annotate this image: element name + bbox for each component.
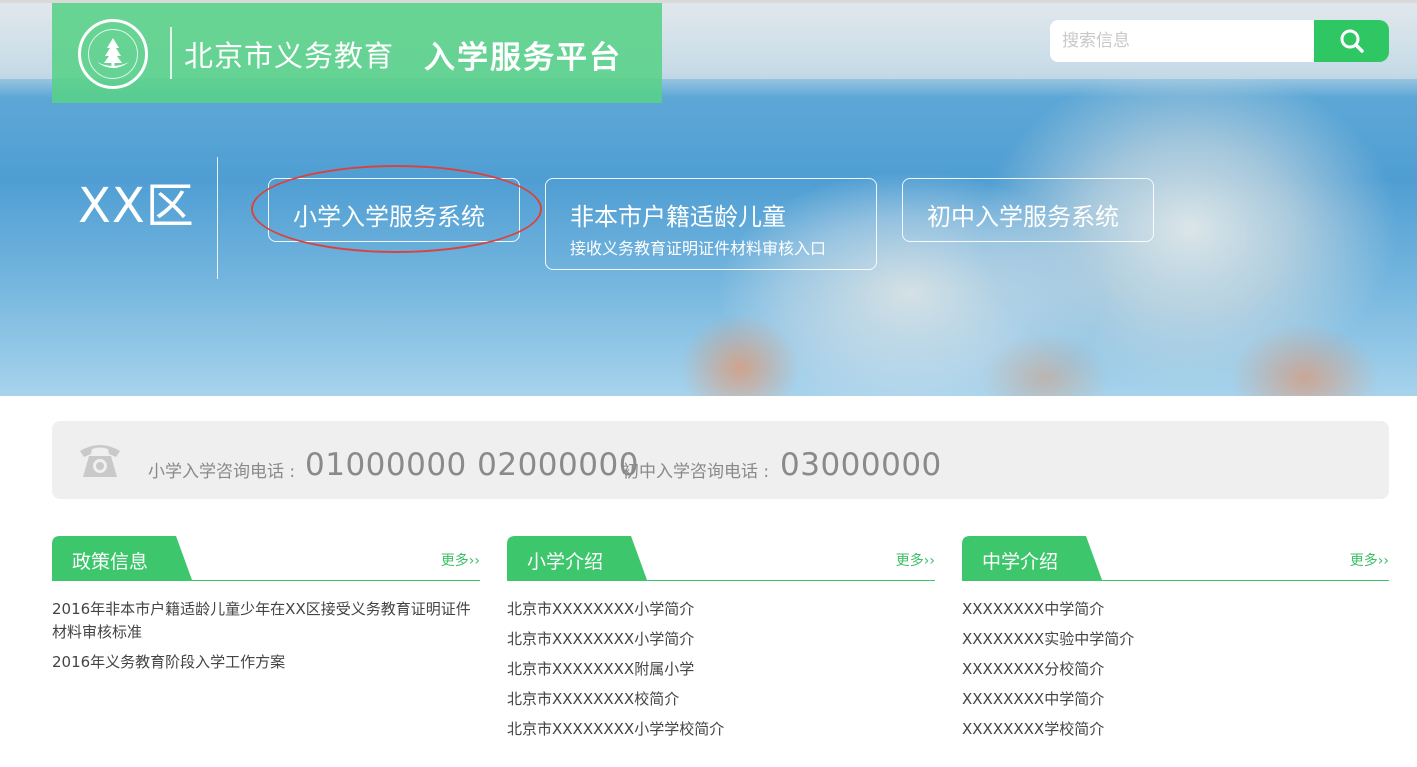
site-logo[interactable]: 北京市义务教育 入学服务平台 [52,3,662,103]
policy-panel-title: 政策信息 [72,551,149,573]
search-input[interactable] [1050,20,1314,62]
middle-panel: 中学介绍 更多›› XXXXXXXX中学简介 XXXXXXXX实验中学简介 XX… [962,536,1389,738]
middle-panel-title: 中学介绍 [982,551,1059,573]
list-item[interactable]: 2016年义务教育阶段入学工作方案 [52,651,480,674]
logo-emblem-icon [78,19,148,89]
nonlocal-children-button[interactable]: 非本市户籍适龄儿童 接收义务教育证明证件材料审核入口 [545,178,877,270]
policy-panel-header: 政策信息 更多›› [52,536,480,581]
search-box [1050,20,1389,62]
search-icon [1340,29,1364,53]
list-item[interactable]: XXXXXXXX实验中学简介 [962,628,1390,651]
nonlocal-children-title: 非本市户籍适龄儿童 [570,203,786,231]
list-item[interactable]: 北京市XXXXXXXX小学简介 [507,628,935,651]
middle-school-system-label: 初中入学服务系统 [927,203,1119,231]
primary-panel-title: 小学介绍 [527,551,604,573]
policy-panel: 政策信息 更多›› 2016年非本市户籍适龄儿童少年在XX区接受义务教育证明证件… [52,536,480,671]
search-button[interactable] [1314,20,1389,62]
list-item[interactable]: XXXXXXXX中学简介 [962,688,1390,711]
district-divider [217,157,218,279]
primary-hotline-numbers: 01000000 02000000 [305,447,639,483]
logo-divider [170,27,172,79]
primary-school-system-button[interactable]: 小学入学服务系统 [268,178,520,242]
logo-subtitle: 入学服务平台 [424,40,622,76]
list-item[interactable]: XXXXXXXX学校简介 [962,718,1390,741]
list-item[interactable]: 北京市XXXXXXXX小学简介 [507,598,935,621]
primary-hotline-label: 小学入学咨询电话 : [148,462,296,482]
policy-list: 2016年非本市户籍适龄儿童少年在XX区接受义务教育证明证件材料审核标准 201… [52,598,480,681]
list-item[interactable]: 2016年非本市户籍适龄儿童少年在XX区接受义务教育证明证件材料审核标准 [52,598,480,644]
middle-hotline-label: 初中入学咨询电话 : [622,462,770,482]
logo-emblem-ring [88,29,138,79]
middle-panel-header: 中学介绍 更多›› [962,536,1389,581]
primary-list: 北京市XXXXXXXX小学简介 北京市XXXXXXXX小学简介 北京市XXXXX… [507,598,935,748]
list-item[interactable]: 北京市XXXXXXXX小学学校简介 [507,718,935,741]
list-item[interactable]: 北京市XXXXXXXX校简介 [507,688,935,711]
phone-icon [76,439,124,485]
logo-title: 北京市义务教育 [184,39,395,73]
district-title: XX区 [78,178,195,234]
primary-panel-header: 小学介绍 更多›› [507,536,935,581]
list-item[interactable]: 北京市XXXXXXXX附属小学 [507,658,935,681]
primary-more-link[interactable]: 更多›› [896,550,935,570]
primary-school-system-label: 小学入学服务系统 [293,203,485,231]
primary-panel: 小学介绍 更多›› 北京市XXXXXXXX小学简介 北京市XXXXXXXX小学简… [507,536,935,738]
policy-more-link[interactable]: 更多›› [441,550,480,570]
hotline-bar: 小学入学咨询电话 : 01000000 02000000 初中入学咨询电话 : … [52,421,1389,499]
nonlocal-children-subtitle: 接收义务教育证明证件材料审核入口 [570,239,827,258]
list-item[interactable]: XXXXXXXX分校简介 [962,658,1390,681]
middle-hotline-number: 03000000 [780,447,942,483]
middle-school-system-button[interactable]: 初中入学服务系统 [902,178,1154,242]
middle-more-link[interactable]: 更多›› [1350,550,1389,570]
list-item[interactable]: XXXXXXXX中学简介 [962,598,1390,621]
middle-list: XXXXXXXX中学简介 XXXXXXXX实验中学简介 XXXXXXXX分校简介… [962,598,1390,748]
